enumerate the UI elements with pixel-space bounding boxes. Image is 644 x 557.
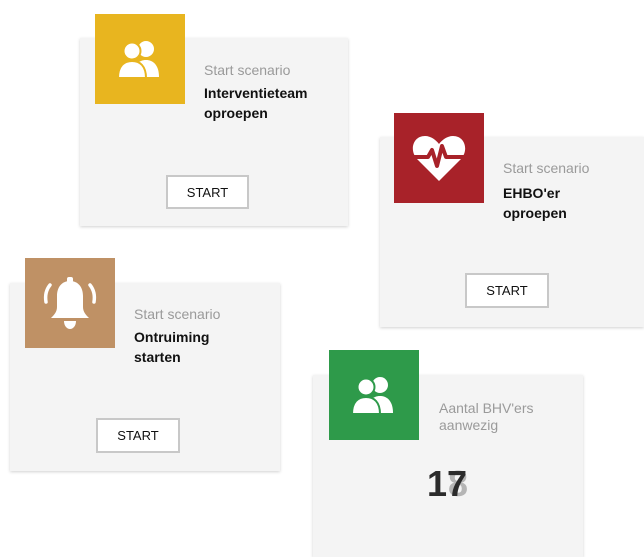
scenario-title-line1: Ontruiming bbox=[134, 329, 210, 345]
scenario-tile-intervention bbox=[95, 14, 185, 104]
users-icon bbox=[116, 41, 159, 79]
scenario-tile-evacuation bbox=[25, 258, 115, 348]
scenario-title: Interventieteam oproepen bbox=[204, 83, 307, 123]
scenario-title-line1: Interventieteam bbox=[204, 85, 308, 101]
scenario-title: EHBO'er oproepen bbox=[503, 183, 567, 223]
bhv-count-label-line1: Aantal BHV'ers bbox=[439, 400, 534, 416]
scenario-title-line2: starten bbox=[134, 349, 181, 365]
bhv-count-label-line2: aanwezig bbox=[439, 417, 499, 433]
bhv-count-value: 8 17 bbox=[427, 464, 487, 504]
start-intervention-button[interactable]: START bbox=[166, 175, 249, 209]
start-evacuation-button[interactable]: START bbox=[96, 418, 180, 453]
scenario-subtitle: Start scenario bbox=[503, 160, 590, 176]
bhv-count-label: Aantal BHV'ers aanwezig bbox=[439, 400, 534, 434]
scenario-subtitle: Start scenario bbox=[134, 306, 221, 322]
scenario-title: Ontruiming starten bbox=[134, 327, 209, 367]
bell-icon bbox=[43, 277, 97, 329]
scenario-title-line2: oproepen bbox=[503, 205, 567, 221]
bhv-count-number: 17 bbox=[427, 463, 468, 504]
bhv-count-tile bbox=[329, 350, 419, 440]
scenario-subtitle: Start scenario bbox=[204, 62, 291, 78]
scenario-title-line1: EHBO'er bbox=[503, 185, 561, 201]
heartbeat-icon bbox=[411, 136, 467, 181]
scenario-title-line2: oproepen bbox=[204, 105, 268, 121]
users-icon bbox=[350, 377, 393, 415]
start-first-aid-button[interactable]: START bbox=[465, 273, 549, 308]
scenario-tile-first-aid bbox=[394, 113, 484, 203]
